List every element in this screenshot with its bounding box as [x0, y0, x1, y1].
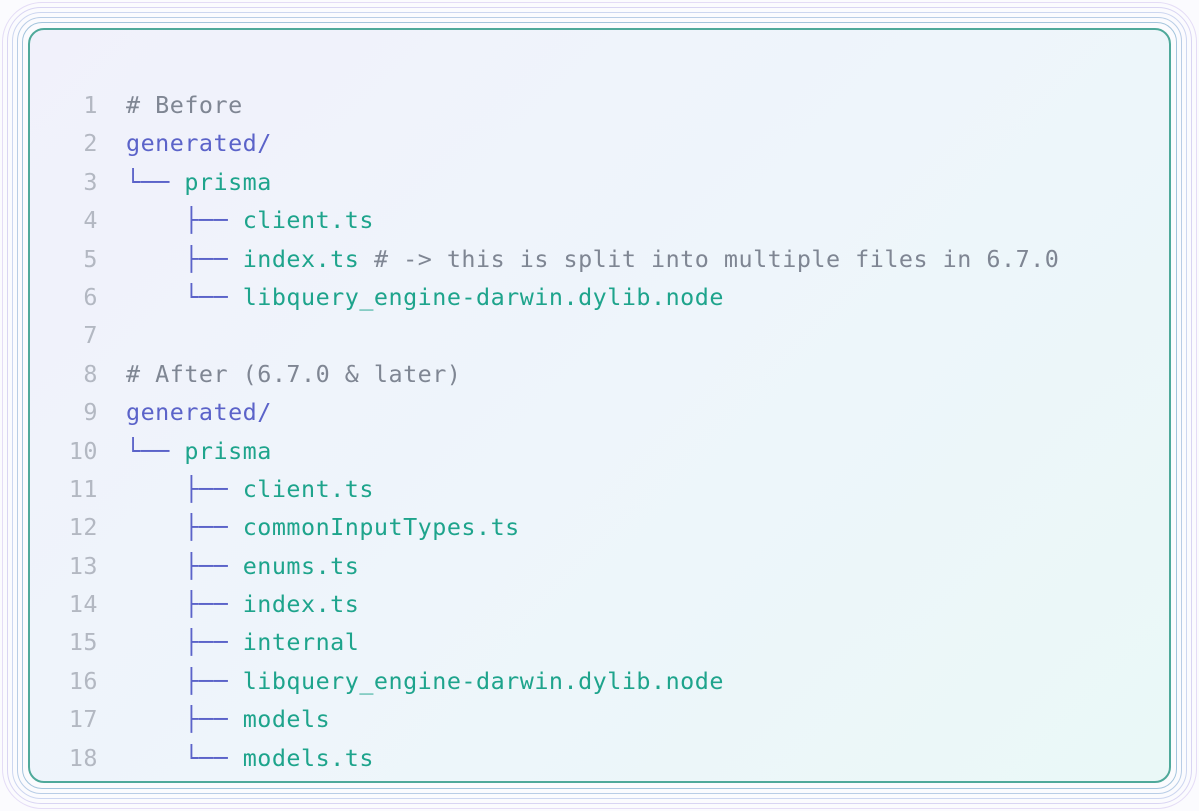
file-name: libquery_engine-darwin.dylib.node — [242, 282, 724, 311]
file-name: prisma — [184, 436, 272, 465]
file-name: enums.ts — [242, 551, 360, 580]
line-content: ├── index.ts — [126, 585, 359, 623]
line-content: ├── internal — [126, 623, 359, 661]
directory-name: generated/ — [126, 398, 272, 427]
tree-branch: └── — [184, 743, 243, 772]
line-content: ├── models — [126, 700, 330, 738]
line-content: ├── commonInputTypes.ts — [126, 508, 520, 546]
line-number: 4 — [83, 206, 98, 235]
line-content: ├── libquery_engine-darwin.dylib.node — [126, 662, 724, 700]
line-number: 12 — [68, 513, 98, 542]
line-content: ├── client.ts — [126, 470, 374, 508]
tree-branch: ├── — [184, 513, 243, 542]
screenshot-frame: 1 # Before 2 generated/3 └── prisma 4 ├── cli… — [0, 0, 1199, 811]
line-content: ├── index.ts # -> this is split into mul… — [126, 240, 1059, 278]
line-content: └── libquery_engine-darwin.dylib.node — [126, 278, 724, 316]
file-name: commonInputTypes.ts — [242, 513, 520, 542]
code-comment: # After (6.7.0 & later) — [126, 359, 462, 388]
code-block: 1 # Before 2 generated/3 └── prisma 4 ├── cli… — [28, 28, 1171, 783]
tree-branch: ├── — [184, 551, 243, 580]
file-name: libquery_engine-darwin.dylib.node — [242, 666, 724, 695]
line-number: 10 — [68, 436, 98, 465]
tree-branch: └── — [126, 436, 185, 465]
file-name: index.ts — [242, 590, 360, 619]
tree-branch: ├── — [184, 244, 243, 273]
file-name: client.ts — [242, 474, 374, 503]
tree-branch: ├── — [184, 666, 243, 695]
tree-branch: ├── — [184, 705, 243, 734]
line-number: 7 — [83, 321, 98, 350]
line-number: 15 — [68, 628, 98, 657]
file-name: index.ts — [242, 244, 360, 273]
line-number: 13 — [68, 551, 98, 580]
line-content: ├── client.ts — [126, 201, 374, 239]
line-number: 9 — [83, 398, 98, 427]
tree-branch: ├── — [184, 206, 243, 235]
line-number: 6 — [83, 282, 98, 311]
line-content: └── models.ts — [126, 739, 374, 777]
line-content: # Before — [126, 86, 243, 124]
tree-branch: └── — [126, 167, 185, 196]
tree-branch: ├── — [184, 474, 243, 503]
line-number: 8 — [83, 359, 98, 388]
line-number: 3 — [83, 167, 98, 196]
file-name: prisma — [184, 167, 272, 196]
line-number: 14 — [68, 590, 98, 619]
line-content: └── prisma — [126, 163, 272, 201]
line-content: ├── enums.ts — [126, 547, 359, 585]
line-number: 18 — [68, 743, 98, 772]
line-content: generated/ — [126, 124, 272, 162]
tree-branch: └── — [184, 282, 243, 311]
line-number: 17 — [68, 705, 98, 734]
line-content: generated/ — [126, 393, 272, 431]
file-name: models — [242, 705, 331, 734]
file-name: client.ts — [242, 206, 374, 235]
tree-branch: ├── — [184, 590, 243, 619]
directory-name: generated/ — [126, 129, 272, 158]
code-comment: # -> this is split into multiple files i… — [359, 244, 1060, 273]
tree-branch: ├── — [184, 628, 243, 657]
line-number: 11 — [68, 474, 98, 503]
file-name: models.ts — [242, 743, 374, 772]
line-number: 2 — [83, 129, 98, 158]
line-number: 1 — [83, 91, 98, 119]
file-name: internal — [242, 628, 360, 657]
line-number: 5 — [83, 244, 98, 273]
line-number: 16 — [68, 666, 98, 695]
code-comment: # Before — [126, 91, 243, 119]
line-content: └── prisma — [126, 432, 272, 470]
line-content: # After (6.7.0 & later) — [126, 355, 461, 393]
